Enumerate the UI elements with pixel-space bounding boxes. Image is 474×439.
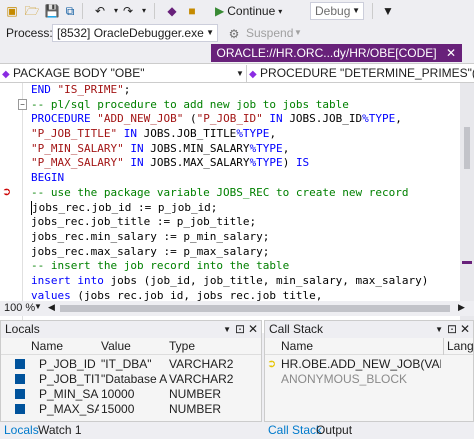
chevron-down-icon: ▼ bbox=[206, 28, 214, 37]
procedure-icon: ◆ bbox=[249, 69, 257, 80]
code-line[interactable]: jobs_rec.job_id := p_job_id; bbox=[31, 200, 460, 216]
suspend-button[interactable]: Suspend bbox=[246, 26, 293, 40]
start-dropdown-icon[interactable]: ▾ bbox=[278, 7, 282, 16]
variable-icon bbox=[15, 389, 25, 399]
code-line[interactable]: insert into jobs (job_id, job_title, min… bbox=[31, 274, 460, 289]
code-line[interactable]: jobs_rec.min_salary := p_min_salary; bbox=[31, 230, 460, 245]
pin-icon[interactable]: ⊡ bbox=[447, 321, 457, 338]
code-line[interactable]: PROCEDURE "ADD_NEW_JOB" ("P_JOB_ID" IN J… bbox=[31, 112, 460, 127]
table-row[interactable]: ➲HR.OBE.ADD_NEW_JOB(VARCHAR2 P bbox=[265, 357, 473, 371]
collapse-icon[interactable]: − bbox=[18, 99, 27, 110]
call-stack-panel: Call Stack ▼ ⊡ ✕ Name Lang ➲ HR.OBE.ADD_N… bbox=[264, 320, 474, 422]
process-select[interactable]: [8532] OracleDebugger.exe ▼ bbox=[52, 24, 218, 42]
toolbar-overflow-icon[interactable]: ▼ bbox=[380, 3, 396, 19]
document-tab[interactable]: ORACLE://HR.ORC...dy/HR/OBE[CODE] ✕ bbox=[210, 44, 462, 62]
chevron-down-icon: ▼ bbox=[294, 28, 302, 37]
locals-title-bar: Locals ▼ ⊡ ✕ bbox=[1, 321, 261, 338]
code-line[interactable]: jobs_rec.job_title := p_job_title; bbox=[31, 215, 460, 230]
code-line[interactable]: "P_MAX_SALARY" IN JOBS.MAX_SALARY%TYPE) … bbox=[31, 156, 460, 171]
code-line[interactable]: jobs_rec.max_salary := p_max_salary; bbox=[31, 245, 460, 260]
editor-margin[interactable]: ➲ − bbox=[0, 83, 30, 333]
table-row[interactable]: P_MAX_SALAR15000NUMBER bbox=[1, 402, 261, 416]
table-row[interactable]: P_MIN_SALAR10000NUMBER bbox=[1, 387, 261, 401]
undo-icon[interactable]: ↶ bbox=[92, 3, 108, 19]
continue-icon: ▶ bbox=[215, 4, 225, 18]
zoom-level[interactable]: 100 % bbox=[4, 302, 35, 314]
code-line[interactable]: -- pl/sql procedure to add new job to jo… bbox=[31, 98, 460, 113]
main-toolbar: ▣ 🗁 💾 ⧉ ↶ ▾ ↷ ▾ ◆ ■ ▶ Continue ▾ Debug ▼… bbox=[0, 0, 474, 22]
table-row[interactable]: P_JOB_TITLE"Database AdmVARCHAR2 bbox=[1, 372, 261, 386]
variable-icon bbox=[15, 359, 25, 369]
chevron-down-icon: ▼ bbox=[34, 302, 42, 311]
chevron-down-icon: ▼ bbox=[236, 69, 244, 78]
redo-icon[interactable]: ↷ bbox=[120, 3, 136, 19]
new-project-icon[interactable]: ▣ bbox=[4, 3, 20, 19]
variable-icon bbox=[15, 374, 25, 384]
chevron-down-icon[interactable]: ▼ bbox=[435, 321, 443, 338]
horizontal-scrollbar[interactable] bbox=[60, 305, 450, 312]
column-header-value[interactable]: Value bbox=[101, 338, 131, 355]
close-icon[interactable]: ✕ bbox=[446, 46, 456, 60]
column-header-type[interactable]: Type bbox=[169, 338, 195, 355]
member-navigation-select[interactable]: ◆ PROCEDURE "DETERMINE_PRIMES"("P_IN_VAL… bbox=[246, 65, 474, 82]
chevron-down-icon: ▼ bbox=[352, 6, 360, 15]
breakpoint-arrow-icon[interactable]: ➲ bbox=[2, 185, 11, 198]
tab-watch-1[interactable]: Watch 1 bbox=[34, 422, 86, 439]
navigation-bar: ◆ PACKAGE BODY "OBE" ▼ ◆ PROCEDURE "DETE… bbox=[0, 63, 474, 83]
code-line[interactable]: END "IS_PRIME"; bbox=[31, 83, 460, 98]
scroll-left-icon[interactable]: ◀ bbox=[48, 302, 55, 313]
toolbar-separator bbox=[154, 3, 155, 19]
continue-button[interactable]: ▶ Continue ▾ bbox=[212, 2, 285, 20]
toolbar-separator bbox=[372, 3, 373, 19]
open-folder-icon[interactable]: 🗁 bbox=[24, 3, 40, 19]
column-header-name[interactable]: Name bbox=[31, 338, 63, 355]
debug-location-toolbar: Process: [8532] OracleDebugger.exe ▼ ⚙ S… bbox=[0, 22, 474, 44]
tab-output[interactable]: Output bbox=[312, 422, 356, 439]
toolbar-separator bbox=[82, 3, 83, 19]
code-editor[interactable]: ➲ − END "IS_PRIME"; -- pl/sql procedure t… bbox=[0, 83, 474, 333]
save-icon[interactable]: 💾 bbox=[44, 3, 60, 19]
solution-config-icon[interactable]: ◆ bbox=[164, 3, 180, 19]
call-stack-title-bar: Call Stack ▼ ⊡ ✕ bbox=[265, 321, 473, 338]
scroll-marker bbox=[462, 261, 472, 264]
table-row[interactable]: P_JOB_ID "IT_DBA" VARCHAR2 bbox=[1, 357, 261, 371]
outline-line bbox=[22, 83, 23, 333]
table-row[interactable]: ANONYMOUS_BLOCK bbox=[265, 372, 473, 386]
lifecycle-events-icon[interactable]: ⚙ bbox=[226, 26, 242, 42]
package-icon: ◆ bbox=[2, 69, 10, 80]
close-icon[interactable]: ✕ bbox=[248, 321, 258, 338]
attach-icon[interactable]: ■ bbox=[184, 3, 200, 19]
call-stack-header: Name Lang bbox=[265, 338, 474, 355]
code-text[interactable]: END "IS_PRIME"; -- pl/sql procedure to ad… bbox=[31, 83, 460, 333]
document-area: ORACLE://HR.ORC...dy/HR/OBE[CODE] ✕ ◆ PA… bbox=[0, 44, 474, 333]
code-line[interactable]: "P_MIN_SALARY" IN JOBS.MIN_SALARY%TYPE, bbox=[31, 142, 460, 157]
save-all-icon[interactable]: ⧉ bbox=[62, 3, 78, 19]
solution-configuration-select[interactable]: Debug ▼ bbox=[310, 2, 364, 20]
scrollbar-thumb[interactable] bbox=[464, 127, 470, 169]
process-label: Process: bbox=[6, 26, 53, 40]
chevron-down-icon[interactable]: ▼ bbox=[223, 321, 231, 338]
editor-status-bar: 100 % ▼ ◀ ▶ bbox=[0, 301, 474, 316]
locals-header: Name Value Type bbox=[1, 338, 261, 355]
close-icon[interactable]: ✕ bbox=[460, 321, 470, 338]
column-header-lang[interactable]: Lang bbox=[443, 338, 474, 355]
variable-icon bbox=[15, 404, 25, 414]
code-line[interactable]: "P_JOB_TITLE" IN JOBS.JOB_TITLE%TYPE, bbox=[31, 127, 460, 142]
code-line[interactable]: -- insert the job record into the table bbox=[31, 259, 460, 274]
redo-dropdown-icon[interactable]: ▾ bbox=[136, 3, 152, 19]
code-line[interactable]: BEGIN bbox=[31, 171, 460, 186]
column-header-name[interactable]: Name bbox=[281, 338, 313, 355]
code-line[interactable]: -- use the package variable JOBS_REC to … bbox=[31, 186, 460, 201]
scroll-right-icon[interactable]: ▶ bbox=[458, 302, 465, 313]
pin-icon[interactable]: ⊡ bbox=[235, 321, 245, 338]
type-navigation-select[interactable]: ◆ PACKAGE BODY "OBE" bbox=[2, 65, 234, 82]
current-frame-arrow-icon: ➲ bbox=[267, 358, 277, 370]
locals-panel: Locals ▼ ⊡ ✕ Name Value Type P_JOB_ID "IT… bbox=[0, 320, 262, 422]
vertical-scrollbar[interactable] bbox=[460, 83, 474, 333]
